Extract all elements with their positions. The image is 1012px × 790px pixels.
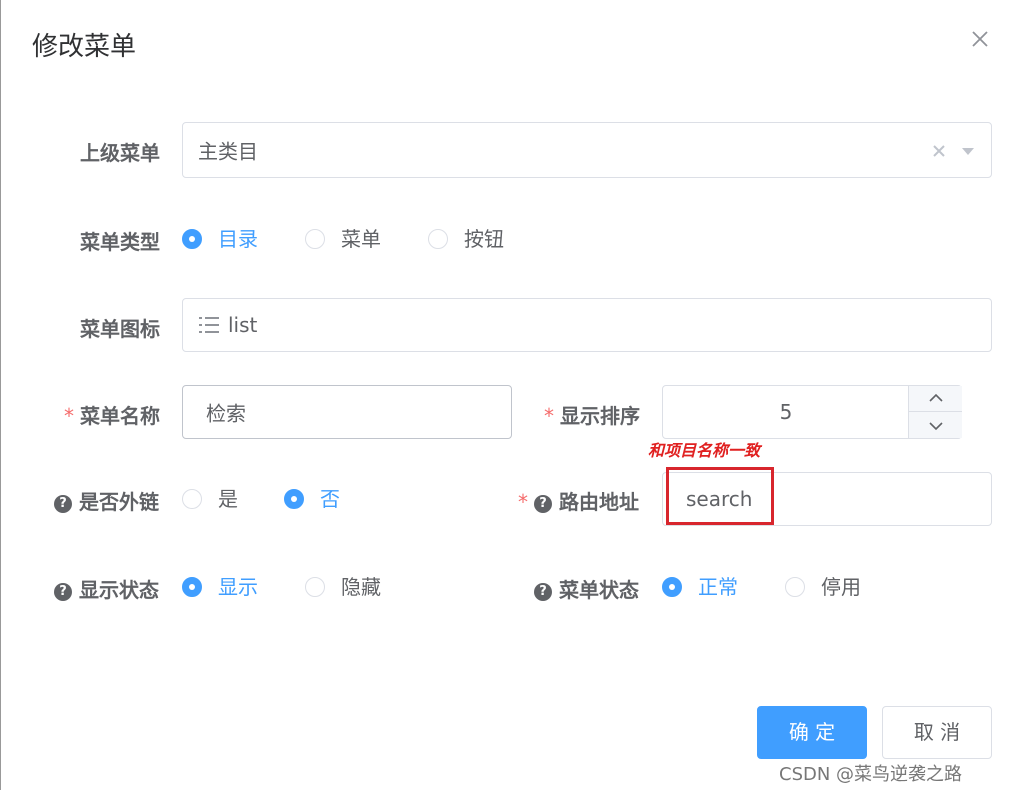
status-radio-disabled[interactable]: 停用 [785,575,875,599]
question-icon[interactable]: ? [534,583,552,601]
menu-type-radio-directory[interactable]: 目录 [182,227,272,251]
status-label-text: 菜单状态 [559,578,639,602]
radio-circle [182,577,202,597]
status-radio-normal[interactable]: 正常 [662,575,752,599]
menu-icon-label: 菜单图标 [80,317,160,341]
radio-circle [284,489,304,509]
required-mark: * [544,404,554,428]
radio-label: 否 [320,487,340,511]
required-mark: * [64,404,74,428]
watermark: CSDN @菜鸟逆袭之路 [779,764,963,785]
cancel-button[interactable]: 取 消 [882,706,992,759]
dialog-title: 修改菜单 [32,32,137,62]
sort-order-stepper[interactable]: 5 [662,385,962,439]
sort-order-label-text: 显示排序 [560,404,640,428]
radio-label: 目录 [218,227,258,251]
external-link-label-text: 是否外链 [79,490,159,514]
parent-menu-label: 上级菜单 [80,141,160,165]
radio-circle [182,489,202,509]
clear-icon[interactable] [931,143,947,159]
radio-circle [305,577,325,597]
radio-circle [785,577,805,597]
visible-label-text: 显示状态 [79,578,159,602]
menu-type-radio-menu[interactable]: 菜单 [305,227,395,251]
chevron-down-icon [929,422,943,431]
menu-icon-input[interactable]: list [182,298,992,352]
sort-order-value: 5 [779,400,793,424]
annotation-note: 和项目名称一致 [648,441,761,460]
radio-label: 正常 [698,575,738,599]
radio-label: 停用 [821,575,861,599]
external-link-label: ? 是否外链 [54,486,159,515]
status-label: ? 菜单状态 [534,574,639,603]
visible-radio-hide[interactable]: 隐藏 [305,575,395,599]
edit-menu-dialog: 修改菜单 上级菜单 主类目 菜单类型 目录 菜单 按钮 菜单图标 list * … [0,0,1012,790]
visible-radio-show[interactable]: 显示 [182,575,272,599]
required-mark: * [518,490,528,514]
route-path-label-text: 路由地址 [559,490,639,514]
menu-name-input[interactable]: 检索 [182,385,512,439]
menu-name-label-text: 菜单名称 [80,404,160,428]
sort-order-label: * 显示排序 [544,400,640,429]
question-icon[interactable]: ? [54,583,72,601]
increase-button[interactable] [908,386,962,412]
route-path-label: *? 路由地址 [518,486,639,515]
radio-circle [662,577,682,597]
question-icon[interactable]: ? [54,495,72,513]
external-link-radio-no[interactable]: 否 [284,487,364,511]
radio-label: 是 [218,487,238,511]
close-icon[interactable] [967,26,993,52]
visible-label: ? 显示状态 [54,574,159,603]
menu-type-label: 菜单类型 [80,230,160,254]
menu-type-radio-button[interactable]: 按钮 [428,227,518,251]
radio-label: 显示 [218,575,258,599]
menu-name-value: 检索 [206,401,246,426]
radio-circle [428,229,448,249]
chevron-up-icon [929,393,943,402]
radio-label: 隐藏 [341,575,381,599]
external-link-radio-yes[interactable]: 是 [182,487,262,511]
radio-label: 按钮 [464,227,504,251]
parent-menu-value: 主类目 [198,139,258,164]
radio-circle [182,229,202,249]
radio-label: 菜单 [341,227,381,251]
caret-down-icon[interactable] [960,145,976,157]
menu-icon-value: list [228,313,258,337]
menu-name-label: * 菜单名称 [64,400,160,429]
annotation-highlight-box [666,467,774,525]
confirm-button[interactable]: 确 定 [757,706,867,759]
decrease-button[interactable] [908,412,962,438]
list-icon [199,317,219,333]
radio-circle [305,229,325,249]
parent-menu-select[interactable]: 主类目 [182,122,992,178]
question-icon[interactable]: ? [534,495,552,513]
